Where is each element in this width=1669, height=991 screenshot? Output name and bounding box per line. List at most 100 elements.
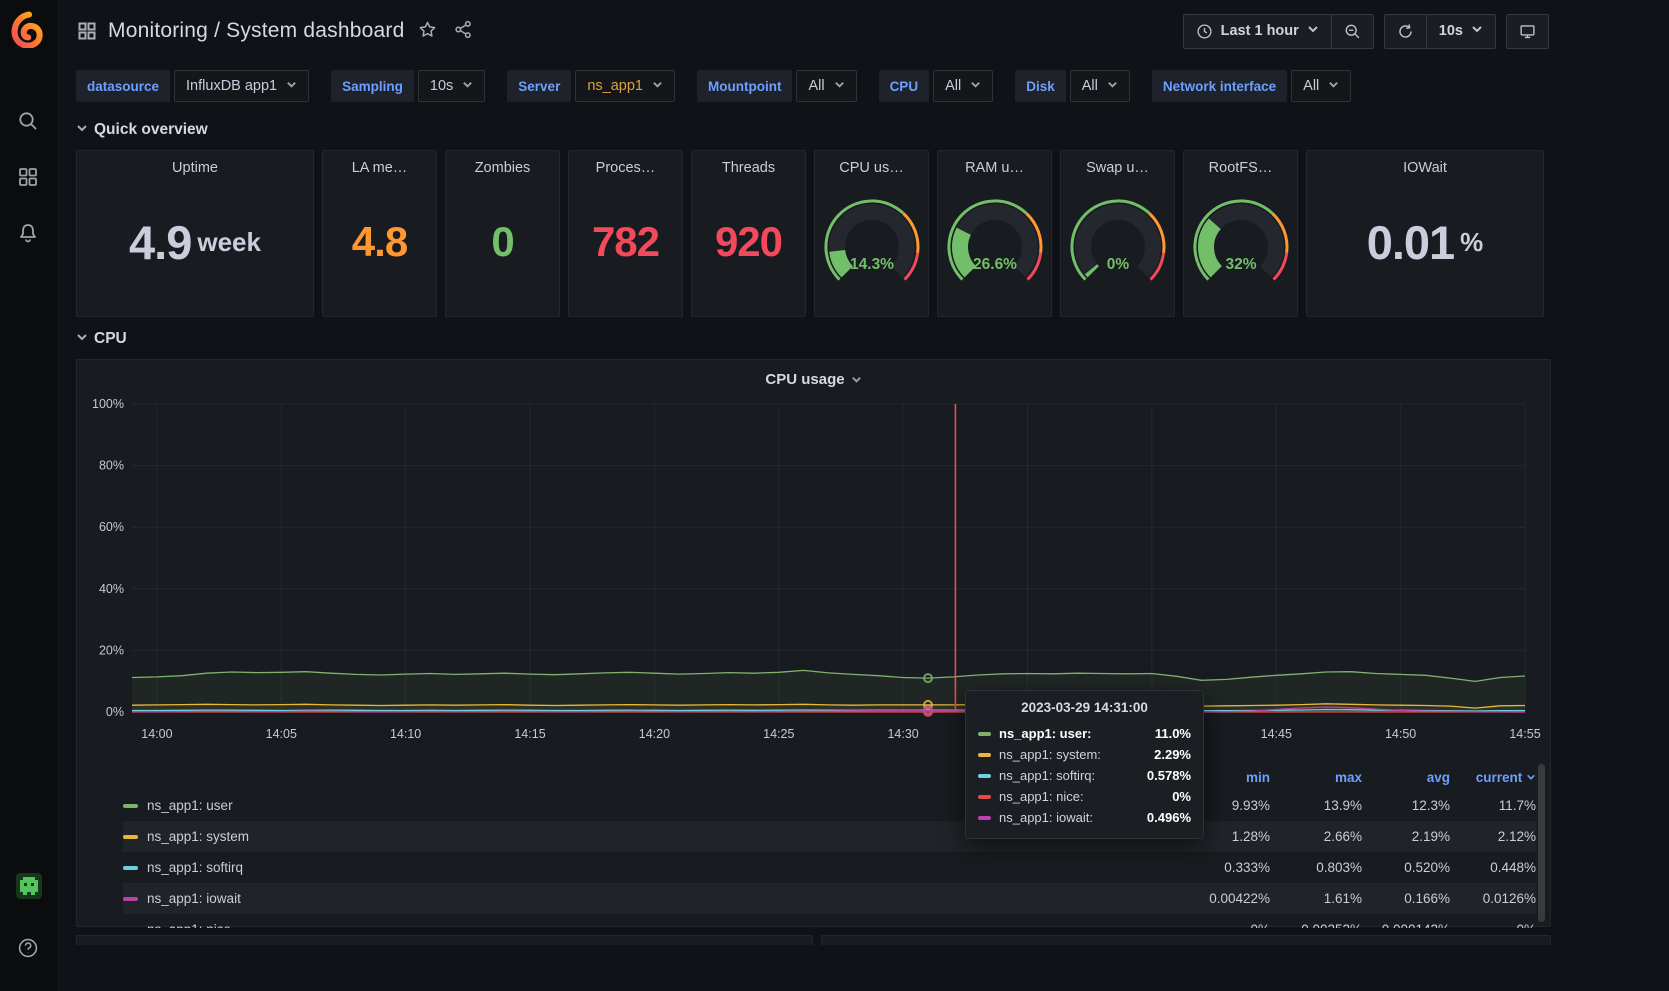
stat-panel-rootfs: RootFS…32% [1183, 150, 1298, 317]
chevron-down-icon [1526, 770, 1536, 785]
stat-panel-title[interactable]: RootFS… [1209, 160, 1273, 176]
cpu-usage-panel: CPU usage 0%20%40%60%80%100%14:0014:0514… [76, 359, 1551, 927]
chevron-down-icon [834, 78, 845, 94]
next-row-panels [76, 935, 1551, 945]
chevron-down-icon [76, 330, 88, 348]
star-icon[interactable] [414, 18, 440, 44]
stat-panel-title[interactable]: Swap u… [1086, 160, 1149, 176]
refresh-interval-label: 10s [1439, 23, 1463, 39]
share-icon[interactable] [450, 18, 476, 44]
variable-disk: DiskAll [1015, 70, 1130, 102]
svg-text:14:55: 14:55 [1509, 727, 1540, 741]
svg-text:26.6%: 26.6% [973, 256, 1017, 273]
svg-text:14:05: 14:05 [266, 727, 297, 741]
variable-network-interface: Network interfaceAll [1152, 70, 1351, 102]
refresh-icon [1397, 23, 1414, 40]
cpu-usage-chart[interactable]: 0%20%40%60%80%100%14:0014:0514:1014:1514… [77, 392, 1550, 764]
stat-panel-title[interactable]: RAM u… [965, 160, 1024, 176]
section-title: Quick overview [94, 121, 208, 139]
stat-panel-title[interactable]: IOWait [1403, 160, 1447, 176]
variable-value-select[interactable]: All [933, 70, 993, 102]
stat-panel-uptime: Uptime4.9week [76, 150, 314, 317]
stat-value: 0.01% [1367, 176, 1484, 316]
legend-sort-max[interactable]: max [1270, 770, 1362, 785]
svg-text:20%: 20% [99, 643, 124, 657]
user-avatar[interactable] [16, 873, 42, 899]
kiosk-mode-button[interactable] [1506, 14, 1549, 49]
section-cpu[interactable]: CPU [76, 330, 1669, 348]
chevron-down-icon [286, 78, 297, 94]
stat-panel-lame: LA me…4.8 [322, 150, 437, 317]
gauge: 14.3% [817, 197, 927, 295]
legend-scrollbar[interactable] [1538, 764, 1545, 922]
zoom-out-button[interactable] [1332, 14, 1374, 49]
chevron-down-icon [1471, 23, 1483, 39]
stat-panel-title[interactable]: Uptime [172, 160, 218, 176]
stat-value: 4.8 [352, 176, 407, 316]
chevron-down-icon [76, 121, 88, 139]
stat-panel-title[interactable]: CPU us… [839, 160, 903, 176]
stat-panel-title[interactable]: Threads [722, 160, 775, 176]
stat-panel-title[interactable]: LA me… [352, 160, 408, 176]
stat-panel-swapu: Swap u… 0% [1060, 150, 1175, 317]
svg-text:14.3%: 14.3% [850, 256, 894, 273]
svg-text:0%: 0% [1106, 256, 1129, 273]
legend-sort-current[interactable]: current [1450, 770, 1536, 785]
variable-value-select[interactable]: All [796, 70, 856, 102]
help-question-icon[interactable] [17, 937, 41, 961]
app-root: Monitoring / System dashboard [0, 0, 1669, 991]
stat-panel-title[interactable]: Proces… [596, 160, 656, 176]
legend-sort-min[interactable]: min [1178, 770, 1270, 785]
gauge: 0% [1063, 197, 1173, 295]
variable-datasource: datasourceInfluxDB app1 [76, 70, 309, 102]
refresh-interval-picker[interactable]: 10s [1427, 14, 1496, 49]
section-quick-overview[interactable]: Quick overview [76, 121, 1669, 139]
svg-text:14:15: 14:15 [514, 727, 545, 741]
chevron-down-icon [652, 78, 663, 94]
legend-row: ns_app1: softirq0.333%0.803%0.520%0.448% [123, 852, 1536, 883]
chevron-down-icon [462, 78, 473, 94]
series-color-dash [123, 835, 138, 839]
alerting-bell-icon[interactable] [17, 222, 41, 246]
legend-series-toggle[interactable]: ns_app1: nice [123, 922, 1178, 928]
variable-value-select[interactable]: InfluxDB app1 [174, 70, 309, 102]
stat-panel-title[interactable]: Zombies [475, 160, 531, 176]
variable-value-select[interactable]: All [1070, 70, 1130, 102]
dashboards-grid-icon[interactable] [17, 166, 41, 190]
variable-value-select[interactable]: All [1291, 70, 1351, 102]
svg-text:14:20: 14:20 [639, 727, 670, 741]
variable-value-select[interactable]: ns_app1 [575, 70, 675, 102]
legend-series-toggle[interactable]: ns_app1: system [123, 829, 1178, 844]
section-title: CPU [94, 330, 127, 348]
time-range-label: Last 1 hour [1221, 23, 1299, 39]
variable-label: Mountpoint [697, 70, 792, 102]
legend-series-toggle[interactable]: ns_app1: softirq [123, 860, 1178, 875]
navbar: Monitoring / System dashboard [76, 0, 1669, 62]
cpu-usage-panel-title[interactable]: CPU usage [77, 366, 1550, 392]
legend-sort-avg[interactable]: avg [1362, 770, 1450, 785]
variable-value-select[interactable]: 10s [418, 70, 485, 102]
stat-value: 920 [715, 176, 782, 316]
legend-row: ns_app1: system1.28%2.66%2.19%2.12% [123, 821, 1536, 852]
legend-series-toggle[interactable]: ns_app1: user [123, 798, 1178, 813]
svg-text:60%: 60% [99, 520, 124, 534]
svg-text:0%: 0% [106, 705, 124, 719]
variable-label: Disk [1015, 70, 1066, 102]
stat-panel-threads: Threads920 [691, 150, 806, 317]
quick-overview-panels: Uptime4.9weekLA me…4.8Zombies0Proces…782… [76, 150, 1551, 317]
svg-text:14:25: 14:25 [763, 727, 794, 741]
time-range-picker[interactable]: Last 1 hour [1183, 14, 1332, 49]
grafana-logo-icon[interactable] [10, 10, 48, 48]
stat-panel-ramu: RAM u… 26.6% [937, 150, 1052, 317]
template-variables-row: datasourceInfluxDB app1Sampling10sServer… [76, 64, 1669, 108]
refresh-button[interactable] [1384, 14, 1427, 49]
legend-series-toggle[interactable]: ns_app1: iowait [123, 891, 1178, 906]
svg-text:100%: 100% [92, 397, 124, 411]
svg-text:14:50: 14:50 [1385, 727, 1416, 741]
apps-grid-icon [76, 20, 98, 42]
chevron-down-icon [851, 374, 862, 385]
legend-row: ns_app1: nice0%0.00252%0.000142%0% [123, 914, 1536, 928]
search-icon[interactable] [17, 110, 41, 134]
kiosk-monitor-icon [1519, 23, 1536, 40]
legend-row: ns_app1: iowait0.00422%1.61%0.166%0.0126… [123, 883, 1536, 914]
